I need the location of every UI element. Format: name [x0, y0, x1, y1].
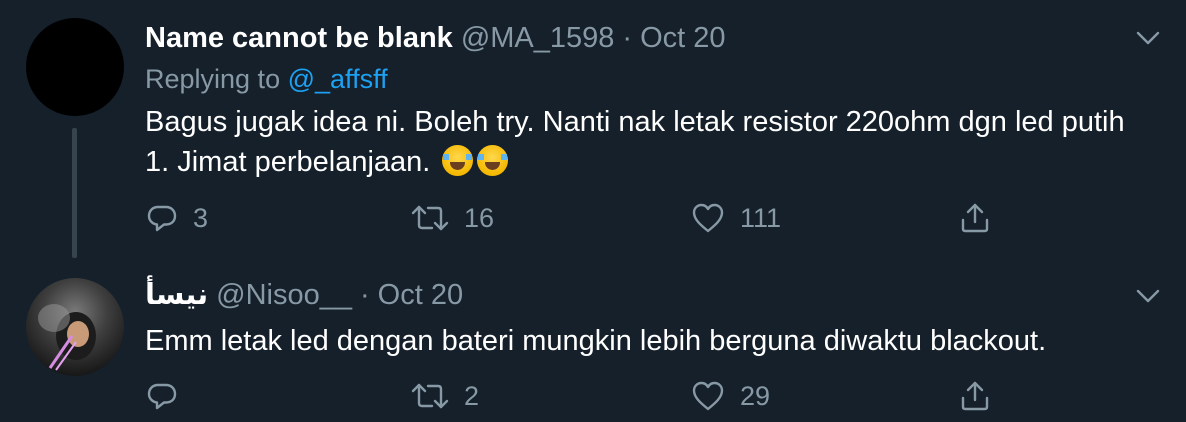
tweet-header: Name cannot be blank @MA_1598 · Oct 20 — [145, 20, 726, 56]
reply-button[interactable]: 3 — [145, 198, 208, 238]
replying-to: Replying to @_affsff — [145, 62, 388, 96]
tweet-text: Bagus jugak idea ni. Boleh try. Nanti na… — [145, 102, 1135, 182]
tweet[interactable]: Name cannot be blank @MA_1598 · Oct 20 Repl… — [0, 0, 1186, 270]
retweet-button[interactable]: 16 — [410, 198, 494, 238]
separator-dot: · — [359, 279, 370, 311]
chevron-down-icon[interactable] — [1136, 30, 1160, 46]
face-with-tears-of-joy-icon — [442, 145, 474, 176]
reply-icon — [147, 383, 177, 410]
share-icon — [961, 381, 989, 411]
retweet-count: 2 — [464, 380, 480, 411]
face-with-tears-of-joy-icon — [477, 145, 509, 176]
share-button[interactable] — [958, 376, 992, 416]
tweet[interactable]: نيسأ @Nisoo__ · Oct 20 Emm letak led dengan… — [0, 270, 1186, 422]
avatar-photo — [38, 304, 96, 371]
heart-icon — [692, 381, 724, 411]
share-icon — [961, 203, 989, 233]
retweet-icon — [411, 205, 449, 231]
share-button[interactable] — [958, 198, 992, 238]
like-count: 29 — [740, 380, 771, 411]
retweet-icon — [411, 383, 449, 409]
tweet-text-content: Emm letak led dengan bateri mungkin lebi… — [145, 325, 1047, 357]
avatar[interactable] — [26, 278, 124, 376]
tweet-date[interactable]: Oct 20 — [378, 279, 463, 311]
tweet-text: Emm letak led dengan bateri mungkin lebi… — [145, 321, 1135, 361]
reply-icon — [147, 205, 177, 232]
reply-count: 3 — [193, 202, 209, 233]
avatar[interactable] — [26, 18, 124, 116]
tweet-header: نيسأ @Nisoo__ · Oct 20 — [145, 277, 463, 313]
thread-line — [72, 128, 77, 258]
tweet-date[interactable]: Oct 20 — [640, 22, 725, 54]
replying-to-mention[interactable]: @_affsff — [288, 64, 388, 94]
display-name[interactable]: Name cannot be blank — [145, 22, 453, 54]
heart-icon — [692, 203, 724, 233]
replying-to-label: Replying to — [145, 64, 281, 94]
tweet-text-content: Bagus jugak idea ni. Boleh try. Nanti na… — [145, 106, 1125, 178]
user-handle[interactable]: @MA_1598 — [461, 22, 615, 54]
retweet-count: 16 — [464, 202, 495, 233]
like-button[interactable]: 29 — [690, 376, 770, 416]
user-handle[interactable]: @Nisoo__ — [216, 279, 352, 311]
reply-button[interactable] — [145, 376, 193, 416]
chevron-down-icon[interactable] — [1136, 288, 1160, 304]
separator-dot: · — [622, 22, 633, 54]
like-count: 111 — [740, 202, 782, 233]
display-name[interactable]: نيسأ — [145, 279, 208, 311]
like-button[interactable]: 111 — [690, 198, 781, 238]
retweet-button[interactable]: 2 — [410, 376, 479, 416]
